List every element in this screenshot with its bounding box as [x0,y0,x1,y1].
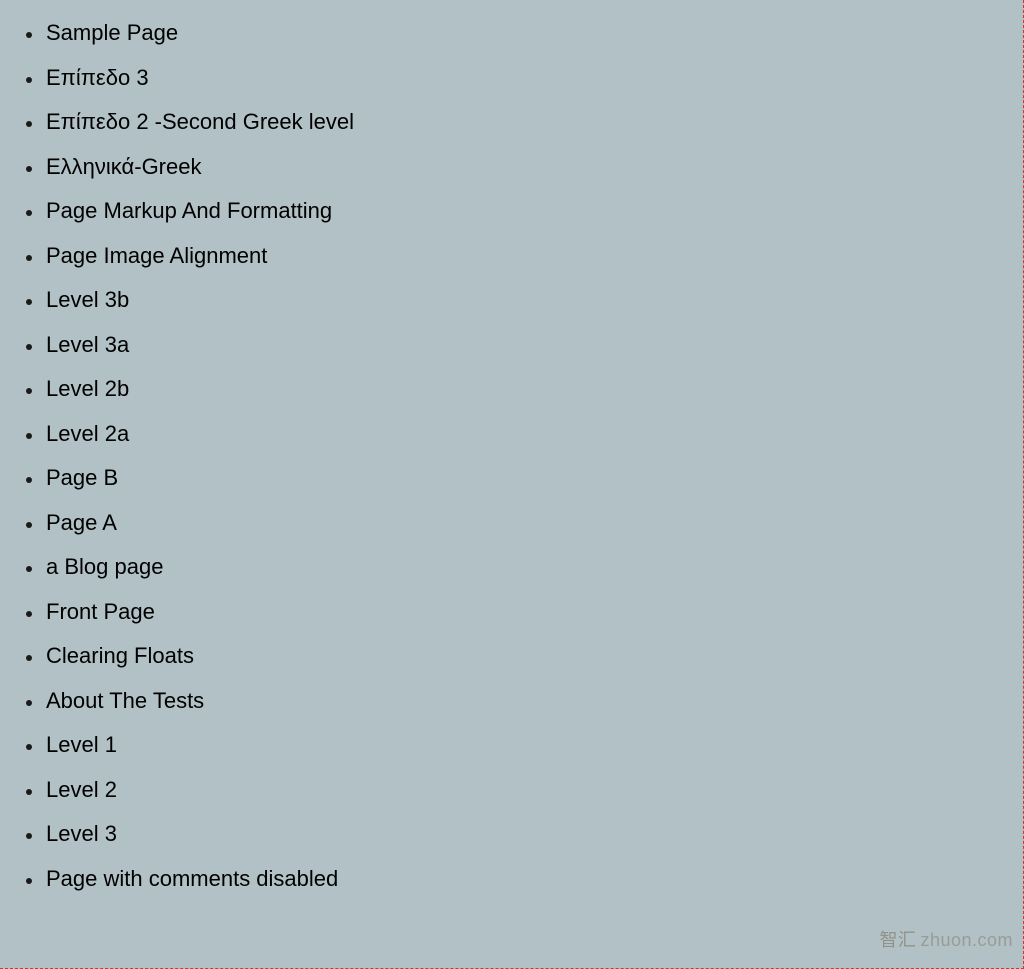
page-link[interactable]: Level 3a [46,332,129,357]
list-item: Page Image Alignment [44,245,1023,267]
page-link[interactable]: Level 1 [46,732,117,757]
page-link[interactable]: Page Image Alignment [46,243,267,268]
list-item: Front Page [44,601,1023,623]
list-item: About The Tests [44,690,1023,712]
page-link[interactable]: Clearing Floats [46,643,194,668]
list-item: Ελληνικά-Greek [44,156,1023,178]
page-link[interactable]: Page B [46,465,118,490]
page-link[interactable]: a Blog page [46,554,163,579]
page-link[interactable]: Level 2 [46,777,117,802]
list-item: Page A [44,512,1023,534]
page-link[interactable]: Page A [46,510,117,535]
page-link[interactable]: Front Page [46,599,155,624]
page-link[interactable]: Page Markup And Formatting [46,198,332,223]
watermark-zh: 智汇 [879,930,916,950]
list-item: Level 1 [44,734,1023,756]
list-item: Επίπεδο 3 [44,67,1023,89]
page-link[interactable]: Level 3 [46,821,117,846]
page-link[interactable]: Sample Page [46,20,178,45]
page-link[interactable]: Ελληνικά-Greek [46,154,201,179]
page-list: Sample Page Επίπεδο 3 Επίπεδο 2 -Second … [0,0,1023,890]
list-item: Level 2a [44,423,1023,445]
page-link[interactable]: Level 2b [46,376,129,401]
list-item: Level 3b [44,289,1023,311]
page-link[interactable]: About The Tests [46,688,204,713]
list-item: Level 3a [44,334,1023,356]
page-link[interactable]: Επίπεδο 3 [46,65,149,90]
list-item: Page B [44,467,1023,489]
watermark-domain: zhuon.com [920,930,1013,950]
list-item: a Blog page [44,556,1023,578]
list-item: Clearing Floats [44,645,1023,667]
list-item: Level 2 [44,779,1023,801]
page-link[interactable]: Page with comments disabled [46,866,338,891]
list-item: Level 3 [44,823,1023,845]
list-item: Level 2b [44,378,1023,400]
list-item: Sample Page [44,22,1023,44]
list-item: Επίπεδο 2 -Second Greek level [44,111,1023,133]
page-link[interactable]: Level 3b [46,287,129,312]
page-link[interactable]: Επίπεδο 2 -Second Greek level [46,109,354,134]
watermark: 智汇zhuon.com [879,926,1013,952]
list-item: Page with comments disabled [44,868,1023,890]
list-item: Page Markup And Formatting [44,200,1023,222]
page-link[interactable]: Level 2a [46,421,129,446]
